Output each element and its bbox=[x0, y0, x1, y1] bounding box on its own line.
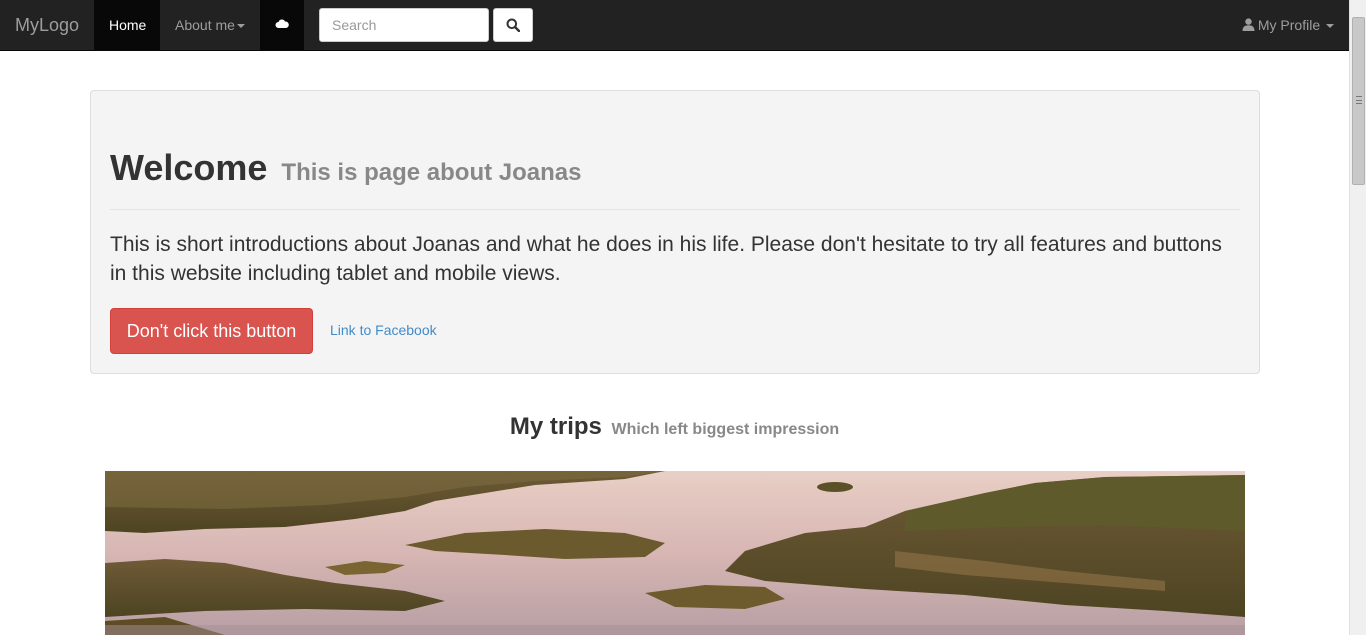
caret-down-icon bbox=[236, 24, 245, 29]
trips-subtitle: Which left biggest impression bbox=[611, 421, 840, 438]
search-input[interactable] bbox=[319, 8, 489, 42]
jumbotron: Welcome This is page about Joanas This i… bbox=[90, 90, 1260, 374]
nav-home[interactable]: Home bbox=[94, 0, 160, 50]
trips-title: My trips bbox=[509, 413, 602, 440]
navbar: MyLogo Home About me My Profile bbox=[0, 0, 1349, 51]
divider bbox=[110, 209, 1240, 210]
nav-home-label: Home bbox=[109, 17, 147, 33]
scrollbar-grip-icon bbox=[1356, 96, 1362, 104]
dont-click-button[interactable]: Don't click this button bbox=[110, 308, 313, 354]
lake-landscape-image bbox=[105, 471, 1245, 635]
brand-logo[interactable]: MyLogo bbox=[0, 0, 94, 50]
nav-profile-label: My Profile bbox=[1257, 17, 1321, 33]
welcome-title: Welcome bbox=[110, 147, 268, 188]
trips-heading: My trips Which left biggest impression bbox=[0, 413, 1349, 441]
nav-cloud[interactable] bbox=[260, 0, 304, 50]
vertical-scrollbar[interactable] bbox=[1349, 0, 1366, 635]
user-icon bbox=[1242, 18, 1255, 31]
facebook-link[interactable]: Link to Facebook bbox=[330, 322, 437, 338]
welcome-subtitle: This is page about Joanas bbox=[281, 159, 582, 186]
cloud-icon bbox=[275, 19, 289, 28]
scrollbar-thumb[interactable] bbox=[1352, 17, 1365, 185]
page-title: Welcome This is page about Joanas bbox=[110, 147, 582, 189]
intro-text: This is short introductions about Joanas… bbox=[110, 233, 1222, 285]
search-icon bbox=[506, 18, 520, 32]
search-button[interactable] bbox=[493, 8, 533, 42]
nav-about-dropdown[interactable]: About me bbox=[160, 0, 260, 50]
caret-down-icon bbox=[1326, 24, 1334, 29]
nav-about-label: About me bbox=[175, 17, 235, 33]
trip-photo bbox=[105, 471, 1245, 635]
nav-profile-dropdown[interactable]: My Profile bbox=[1242, 0, 1334, 50]
